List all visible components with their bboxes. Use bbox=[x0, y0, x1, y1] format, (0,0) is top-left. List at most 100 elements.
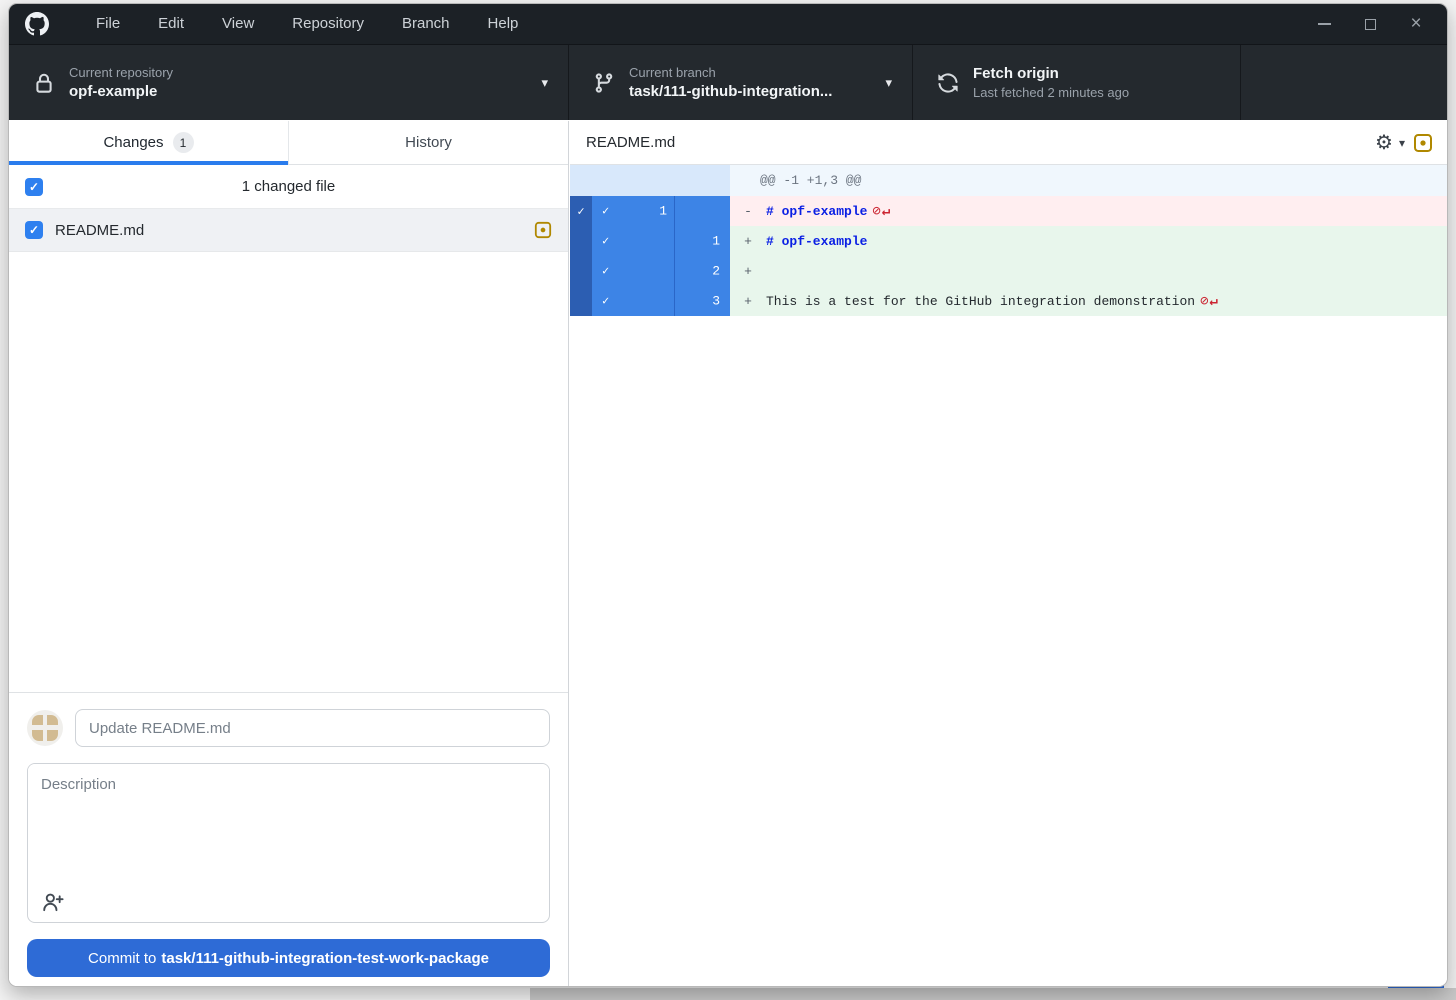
diff-row-added: ✓ 3 + This is a test for the GitHub inte… bbox=[570, 286, 1447, 316]
menu-edit[interactable]: Edit bbox=[139, 4, 203, 44]
fetch-origin-title: Fetch origin bbox=[973, 64, 1129, 84]
close-button[interactable]: × bbox=[1393, 4, 1439, 44]
changes-count-badge: 1 bbox=[173, 132, 194, 153]
toolbar: Current repository opf-example ▾ Current… bbox=[9, 44, 1447, 120]
commit-description-input[interactable] bbox=[28, 764, 549, 882]
diff-line-text: # opf-example bbox=[766, 204, 867, 219]
file-row-readme[interactable]: ✓ README.md bbox=[9, 209, 568, 252]
changes-sidebar: Changes 1 History 1 changed file ✓ ✓ REA… bbox=[9, 121, 569, 986]
diff-header: README.md ⚙ ▾ bbox=[570, 121, 1447, 165]
menu-repository[interactable]: Repository bbox=[273, 4, 383, 44]
line-select-toggle[interactable]: 1 bbox=[675, 226, 730, 256]
diff-hunk-row: @@ -1 +1,3 @@ bbox=[570, 165, 1447, 196]
line-select-toggle[interactable]: 3 bbox=[675, 286, 730, 316]
window-controls: × bbox=[1301, 4, 1447, 44]
diff-row-added: ✓ 2 + bbox=[570, 256, 1447, 286]
diff-options-button[interactable]: ⚙ ▾ bbox=[1375, 133, 1405, 153]
changed-files-summary: 1 changed file bbox=[9, 178, 568, 195]
add-coauthor-button[interactable] bbox=[40, 890, 66, 914]
select-all-checkbox[interactable]: ✓ bbox=[25, 178, 43, 196]
new-line-number: 1 bbox=[712, 234, 720, 249]
diff-hunk-gutter bbox=[570, 165, 730, 196]
background-scrollbar-strip bbox=[530, 988, 1456, 1000]
circle-slash-icon: ⊘ bbox=[1200, 294, 1209, 310]
no-newline-indicator: ⊘↵ bbox=[1200, 293, 1219, 310]
commit-panel: Commit to task/111-github-integration-te… bbox=[9, 692, 568, 986]
line-select-toggle[interactable]: 2 bbox=[675, 256, 730, 286]
menu-help[interactable]: Help bbox=[469, 4, 538, 44]
diff-row-added: ✓ 1 + # opf-example bbox=[570, 226, 1447, 256]
diff-hunk-header: @@ -1 +1,3 @@ bbox=[730, 165, 1447, 196]
diff-line-text: # opf-example bbox=[766, 234, 867, 249]
current-branch-label: Current branch bbox=[629, 64, 832, 82]
diff-row-removed: ✓ ✓ 1 - # opf-example ⊘↵ bbox=[570, 196, 1447, 226]
lock-icon bbox=[33, 72, 55, 94]
menu-branch[interactable]: Branch bbox=[383, 4, 469, 44]
commit-button-prefix: Commit to bbox=[88, 950, 156, 967]
commit-button[interactable]: Commit to task/111-github-integration-te… bbox=[27, 939, 550, 977]
gear-icon: ⚙ bbox=[1375, 133, 1393, 153]
hunk-select-handle[interactable] bbox=[570, 286, 592, 316]
circle-slash-icon: ⊘ bbox=[872, 204, 881, 220]
current-repository-dropdown[interactable]: Current repository opf-example ▾ bbox=[9, 45, 569, 120]
avatar bbox=[27, 710, 63, 746]
commit-button-branch: task/111-github-integration-test-work-pa… bbox=[161, 950, 489, 967]
maximize-icon bbox=[1365, 19, 1376, 30]
menu-file[interactable]: File bbox=[77, 4, 139, 44]
old-line-number: 1 bbox=[659, 204, 667, 219]
title-bar: File Edit View Repository Branch Help × bbox=[9, 4, 1447, 44]
current-repository-label: Current repository bbox=[69, 64, 173, 82]
maximize-button[interactable] bbox=[1347, 4, 1393, 44]
diff-pane: README.md ⚙ ▾ @@ -1 +1,3 @@ bbox=[570, 121, 1447, 986]
diff-marker: + bbox=[730, 264, 766, 279]
no-newline-indicator: ⊘↵ bbox=[872, 203, 891, 220]
tab-history[interactable]: History bbox=[288, 121, 568, 164]
line-select-toggle[interactable]: ✓ bbox=[592, 256, 674, 286]
check-icon: ✓ bbox=[602, 294, 609, 309]
hunk-select-handle[interactable] bbox=[570, 256, 592, 286]
hunk-select-handle[interactable] bbox=[570, 226, 592, 256]
minimize-button[interactable] bbox=[1301, 4, 1347, 44]
modified-file-icon bbox=[1413, 133, 1433, 153]
changed-files-summary-row: 1 changed file ✓ bbox=[9, 165, 568, 209]
file-checkbox[interactable]: ✓ bbox=[25, 221, 43, 239]
hunk-select-handle[interactable]: ✓ bbox=[570, 196, 592, 226]
current-branch-value: task/111-github-integration... bbox=[629, 82, 832, 102]
menu-bar: File Edit View Repository Branch Help bbox=[77, 4, 537, 44]
new-line-number: 2 bbox=[712, 264, 720, 279]
line-select-toggle[interactable]: ✓ bbox=[592, 286, 674, 316]
github-logo-icon bbox=[25, 12, 49, 36]
line-select-toggle[interactable] bbox=[675, 196, 730, 226]
line-select-toggle[interactable]: ✓ bbox=[592, 226, 674, 256]
diff-marker: + bbox=[730, 234, 766, 249]
check-icon: ✓ bbox=[29, 223, 39, 237]
diff-marker: - bbox=[730, 204, 766, 219]
diff-file-title: README.md bbox=[586, 134, 675, 151]
tab-changes-label: Changes bbox=[103, 134, 163, 151]
diff-line-text: This is a test for the GitHub integratio… bbox=[766, 294, 1195, 309]
minimize-icon bbox=[1318, 23, 1331, 25]
commit-description-wrap bbox=[27, 763, 550, 923]
person-add-icon bbox=[42, 892, 64, 912]
sync-icon bbox=[937, 72, 959, 94]
diff-marker: + bbox=[730, 294, 766, 309]
line-select-toggle[interactable]: ✓ 1 bbox=[592, 196, 674, 226]
github-desktop-window: File Edit View Repository Branch Help × … bbox=[8, 3, 1448, 987]
chevron-down-icon: ▾ bbox=[885, 75, 892, 91]
fetch-origin-button[interactable]: Fetch origin Last fetched 2 minutes ago bbox=[913, 45, 1241, 120]
chevron-down-icon: ▾ bbox=[541, 75, 548, 91]
check-icon: ✓ bbox=[577, 204, 584, 219]
fetch-origin-subtitle: Last fetched 2 minutes ago bbox=[973, 84, 1129, 102]
git-branch-icon bbox=[593, 72, 615, 94]
commit-summary-input[interactable] bbox=[75, 709, 550, 747]
check-icon: ✓ bbox=[602, 204, 609, 219]
chevron-down-icon: ▾ bbox=[1399, 136, 1405, 150]
sidebar-tabs: Changes 1 History bbox=[9, 121, 568, 165]
modified-file-icon bbox=[534, 221, 552, 239]
diff-body: @@ -1 +1,3 @@ ✓ ✓ 1 bbox=[570, 165, 1447, 316]
tab-changes[interactable]: Changes 1 bbox=[9, 121, 288, 164]
current-branch-dropdown[interactable]: Current branch task/111-github-integrati… bbox=[569, 45, 913, 120]
check-icon: ✓ bbox=[602, 264, 609, 279]
file-name: README.md bbox=[55, 222, 144, 239]
menu-view[interactable]: View bbox=[203, 4, 273, 44]
